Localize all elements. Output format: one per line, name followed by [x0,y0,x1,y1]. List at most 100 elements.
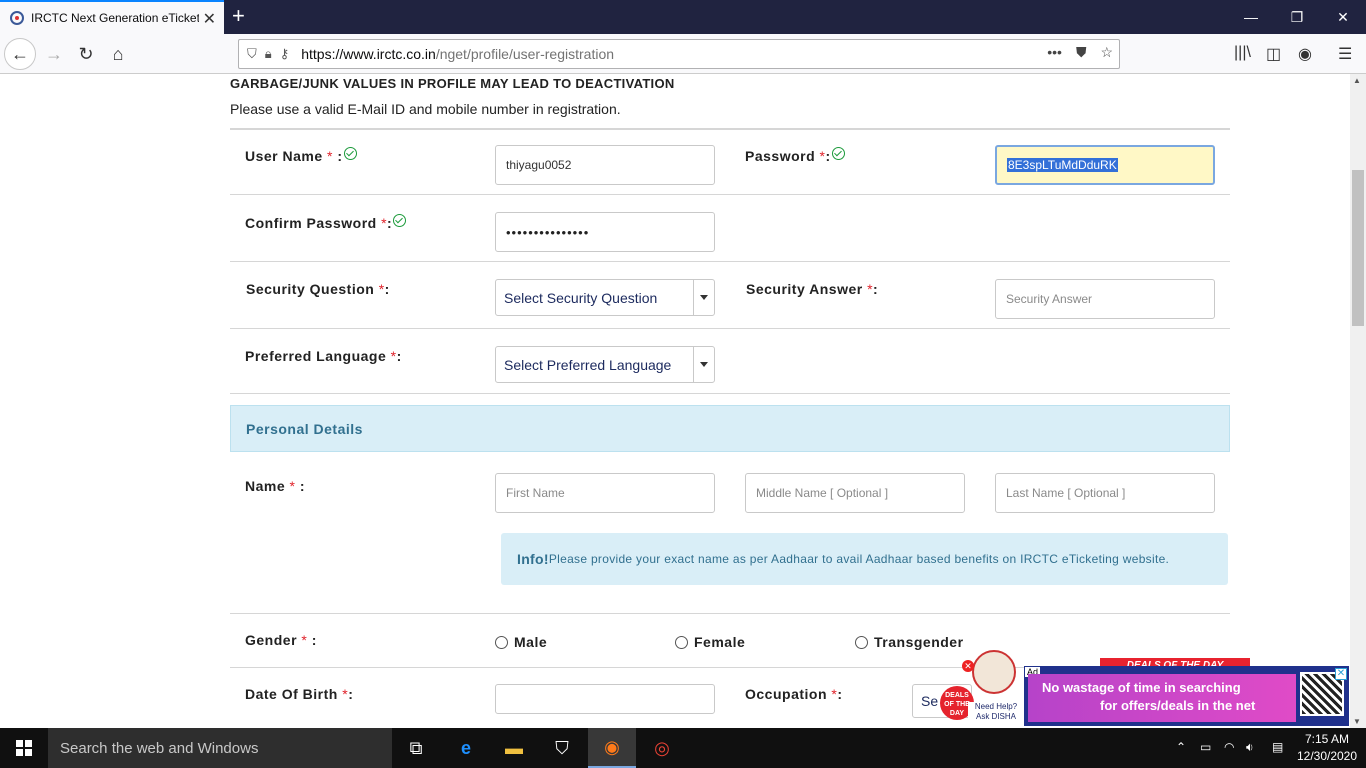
disha-avatar [972,650,1016,694]
task-view-icon[interactable]: ⧉ [392,728,440,768]
tray-chevron-up-icon[interactable]: ⌃ [1176,740,1186,754]
taskbar-clock[interactable]: 7:15 AM 12/30/2020 [1296,731,1358,765]
info-title: Info! [517,551,549,567]
radio-icon[interactable] [855,635,868,649]
sidebar-icon[interactable]: ◫ [1266,44,1281,64]
new-tab-icon[interactable]: + [232,3,245,29]
gender-radio-male[interactable]: Male [495,634,547,650]
registration-note: Please use a valid E-Mail ID and mobile … [230,101,621,117]
deactivation-warning: GARBAGE/JUNK VALUES IN PROFILE MAY LEAD … [230,76,675,91]
ad-banner-text[interactable]: No wastage of time in searching for offe… [1028,674,1296,722]
radio-icon[interactable] [495,635,508,649]
registration-page: GARBAGE/JUNK VALUES IN PROFILE MAY LEAD … [0,74,1350,728]
middle-name-input[interactable]: Middle Name [ Optional ] [745,473,965,513]
disha-help-text: Need Help? Ask DISHA [968,702,1024,722]
security-question-value: Select Security Question [504,289,658,306]
file-explorer-icon[interactable]: ▬ [490,728,538,768]
network-icon[interactable]: ◠ [1224,740,1234,754]
info-text: Please provide your exact name as per Aa… [548,552,1170,566]
firefox-icon[interactable]: ◉ [588,728,636,768]
chevron-down-icon[interactable] [693,280,714,315]
clock-date: 12/30/2020 [1296,749,1358,763]
store-icon[interactable]: ⛉ [538,728,586,768]
browser-nav-bar: ← → ↻ ⌂ ⛉ 🔒︎ ⚷ https://www.irctc.co.in/n… [0,34,1366,74]
minimize-icon[interactable]: — [1228,0,1274,34]
divider [230,328,1230,329]
disha-close-icon[interactable]: ✕ [962,660,974,672]
occupation-label: Occupation *: [745,686,843,702]
chrome-icon[interactable]: ◎ [638,728,686,768]
window-close-icon[interactable]: ✕ [1320,0,1366,34]
security-question-select[interactable]: Select Security Question [495,279,715,316]
name-label: Name * : [245,478,306,494]
disha-chat-widget[interactable]: ✕ Need Help? Ask DISHA [962,648,1024,728]
ad-banner[interactable]: Ad No wastage of time in searching for o… [1024,666,1349,726]
gender-radio-female[interactable]: Female [675,634,745,650]
valid-check-icon [393,214,407,227]
page-scrollbar[interactable]: ▲ ▼ [1350,74,1366,728]
security-question-label: Security Question *: [246,281,390,297]
password-input[interactable]: 8E3spLTuMdDduRK [995,145,1215,185]
confirm-password-label: Confirm Password *: [245,214,407,231]
windows-start-icon[interactable] [0,728,48,768]
page-actions-icon[interactable]: ••• [1047,44,1062,61]
scroll-up-icon[interactable]: ▲ [1353,76,1361,85]
reload-icon[interactable]: ↻ [70,38,102,70]
security-answer-input[interactable]: Security Answer [995,279,1215,319]
taskbar-search[interactable]: Search the web and Windows [48,728,392,768]
account-icon[interactable]: ◉ [1298,44,1312,64]
pocket-icon[interactable]: ⛊ [1076,44,1087,61]
browser-tab-bar: IRCTC Next Generation eTicketi ✕ + — ❐ ✕ [0,0,1366,34]
ad-close-icon[interactable]: ✕ [1335,668,1347,680]
library-icon[interactable]: |||\ [1234,44,1251,62]
preferred-language-value: Select Preferred Language [504,356,672,373]
chevron-down-icon[interactable] [693,347,714,382]
personal-details-heading: Personal Details [230,405,1230,452]
preferred-language-label: Preferred Language *: [245,348,402,364]
divider [230,194,1230,195]
confirm-password-input[interactable]: ••••••••••••••• [495,212,715,252]
username-input[interactable]: thiyagu0052 [495,145,715,185]
bookmark-star-icon[interactable]: ☆ [1100,44,1113,61]
aadhaar-info-box: Info! Please provide your exact name as p… [501,533,1228,585]
dob-input[interactable] [495,684,715,714]
tab-title: IRCTC Next Generation eTicketi [31,11,199,25]
edge-icon[interactable]: e [442,728,490,768]
tab-close-icon[interactable]: ✕ [203,9,216,29]
last-name-input[interactable]: Last Name [ Optional ] [995,473,1215,513]
security-answer-label: Security Answer *: [746,281,879,297]
divider [230,128,1230,130]
username-label: User Name * : [245,147,357,164]
shield-icon[interactable]: ⛉ [247,46,257,62]
dob-label: Date Of Birth *: [245,686,354,702]
browser-tab[interactable]: IRCTC Next Generation eTicketi ✕ [0,0,224,34]
password-label: Password *: [745,147,845,164]
notification-icon[interactable]: ▤ [1272,740,1283,754]
volume-icon[interactable]: 🔉︎ [1246,740,1254,755]
irctc-favicon-icon [10,11,24,25]
clock-time: 7:15 AM [1304,732,1350,746]
gender-label: Gender * : [245,632,317,648]
divider [230,613,1230,614]
windows-taskbar: Search the web and Windows ⧉ e ▬ ⛉ ◉ ◎ ⌃… [0,728,1366,768]
divider [230,261,1230,262]
home-icon[interactable]: ⌂ [102,38,134,70]
first-name-input[interactable]: First Name [495,473,715,513]
key-icon[interactable]: ⚷ [280,46,290,62]
lock-icon[interactable]: 🔒︎ [265,46,272,62]
radio-icon[interactable] [675,635,688,649]
menu-hamburger-icon[interactable]: ☰ [1338,44,1352,64]
preferred-language-select[interactable]: Select Preferred Language [495,346,715,383]
scroll-down-icon[interactable]: ▼ [1353,717,1361,726]
password-selected-text: 8E3spLTuMdDduRK [1007,158,1118,172]
forward-arrow-icon[interactable]: → [38,38,70,70]
valid-check-icon [831,147,845,160]
address-bar[interactable]: ⛉ 🔒︎ ⚷ https://www.irctc.co.in/nget/prof… [238,39,1120,69]
divider [230,393,1230,394]
url-text[interactable]: https://www.irctc.co.in/nget/profile/use… [301,46,614,62]
battery-icon[interactable]: ▭ [1200,740,1211,754]
back-arrow-icon[interactable]: ← [4,38,36,70]
restore-icon[interactable]: ❐ [1274,0,1320,34]
gender-radio-transgender[interactable]: Transgender [855,634,964,650]
scroll-thumb[interactable] [1352,170,1364,326]
